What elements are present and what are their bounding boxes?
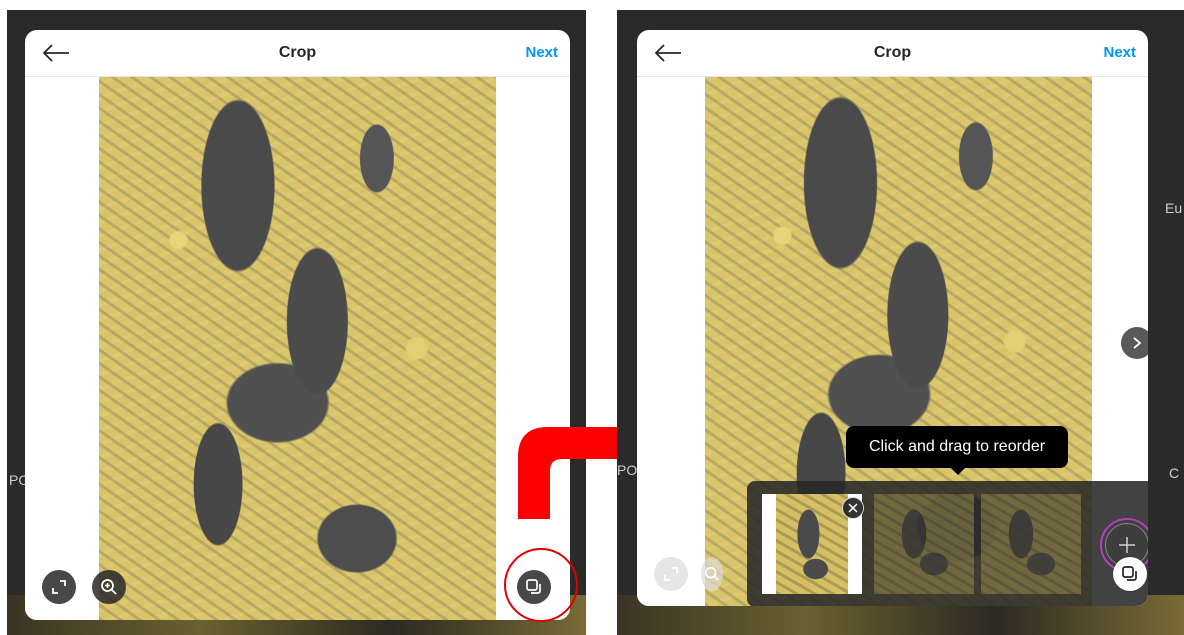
chevron-right-icon [1133, 337, 1142, 349]
thumbnail-3[interactable] [981, 494, 1081, 594]
multiple-select-button[interactable] [1113, 557, 1147, 591]
back-button[interactable] [39, 39, 73, 67]
zoom-in-icon [101, 579, 117, 595]
expand-icon [52, 580, 66, 594]
crop-modal: Crop Next Click and drag to reorder [637, 30, 1148, 606]
multiple-select-icon [1122, 566, 1137, 581]
reorder-tooltip: Click and drag to reorder [846, 426, 1068, 475]
zoom-in-icon [704, 566, 719, 581]
expand-button[interactable] [42, 570, 76, 604]
back-button[interactable] [651, 39, 685, 67]
background-side-text-right-lower: C [1169, 465, 1180, 481]
modal-header: Crop Next [637, 30, 1148, 77]
crop-area[interactable] [25, 77, 570, 620]
crop-modal: Crop Next [25, 30, 570, 620]
next-slide-button[interactable] [1121, 327, 1148, 359]
thumbnail-photo [776, 494, 848, 594]
back-arrow-icon [42, 44, 69, 62]
next-button[interactable]: Next [1103, 44, 1136, 61]
expand-icon [664, 567, 678, 581]
close-icon [848, 503, 858, 513]
thumbnail-1[interactable] [762, 494, 864, 594]
remove-media-button[interactable] [842, 497, 864, 519]
photo-preview[interactable] [99, 77, 496, 620]
background-side-text-left: PO [617, 462, 638, 478]
crop-area[interactable]: Click and drag to reorder [637, 77, 1148, 606]
right-screenshot: PO Eu C Crop Next Click and drag to reor… [617, 10, 1184, 635]
tooltip-text: Click and drag to reorder [868, 438, 1046, 455]
zoom-button[interactable] [92, 570, 126, 604]
background-side-text-right: Eu [1165, 200, 1183, 216]
expand-button[interactable] [654, 557, 688, 591]
next-button[interactable]: Next [525, 44, 558, 61]
zoom-button[interactable] [701, 557, 723, 591]
plus-icon [1119, 537, 1135, 553]
media-thumbnail-tray [747, 481, 1148, 606]
modal-header: Crop Next [25, 30, 570, 77]
left-screenshot: PO Crop Next [7, 10, 586, 635]
highlight-circle [504, 548, 578, 622]
thumbnail-2[interactable] [874, 494, 974, 594]
back-arrow-icon [654, 44, 681, 62]
page-title: Crop [873, 44, 912, 61]
page-title: Crop [278, 44, 317, 61]
